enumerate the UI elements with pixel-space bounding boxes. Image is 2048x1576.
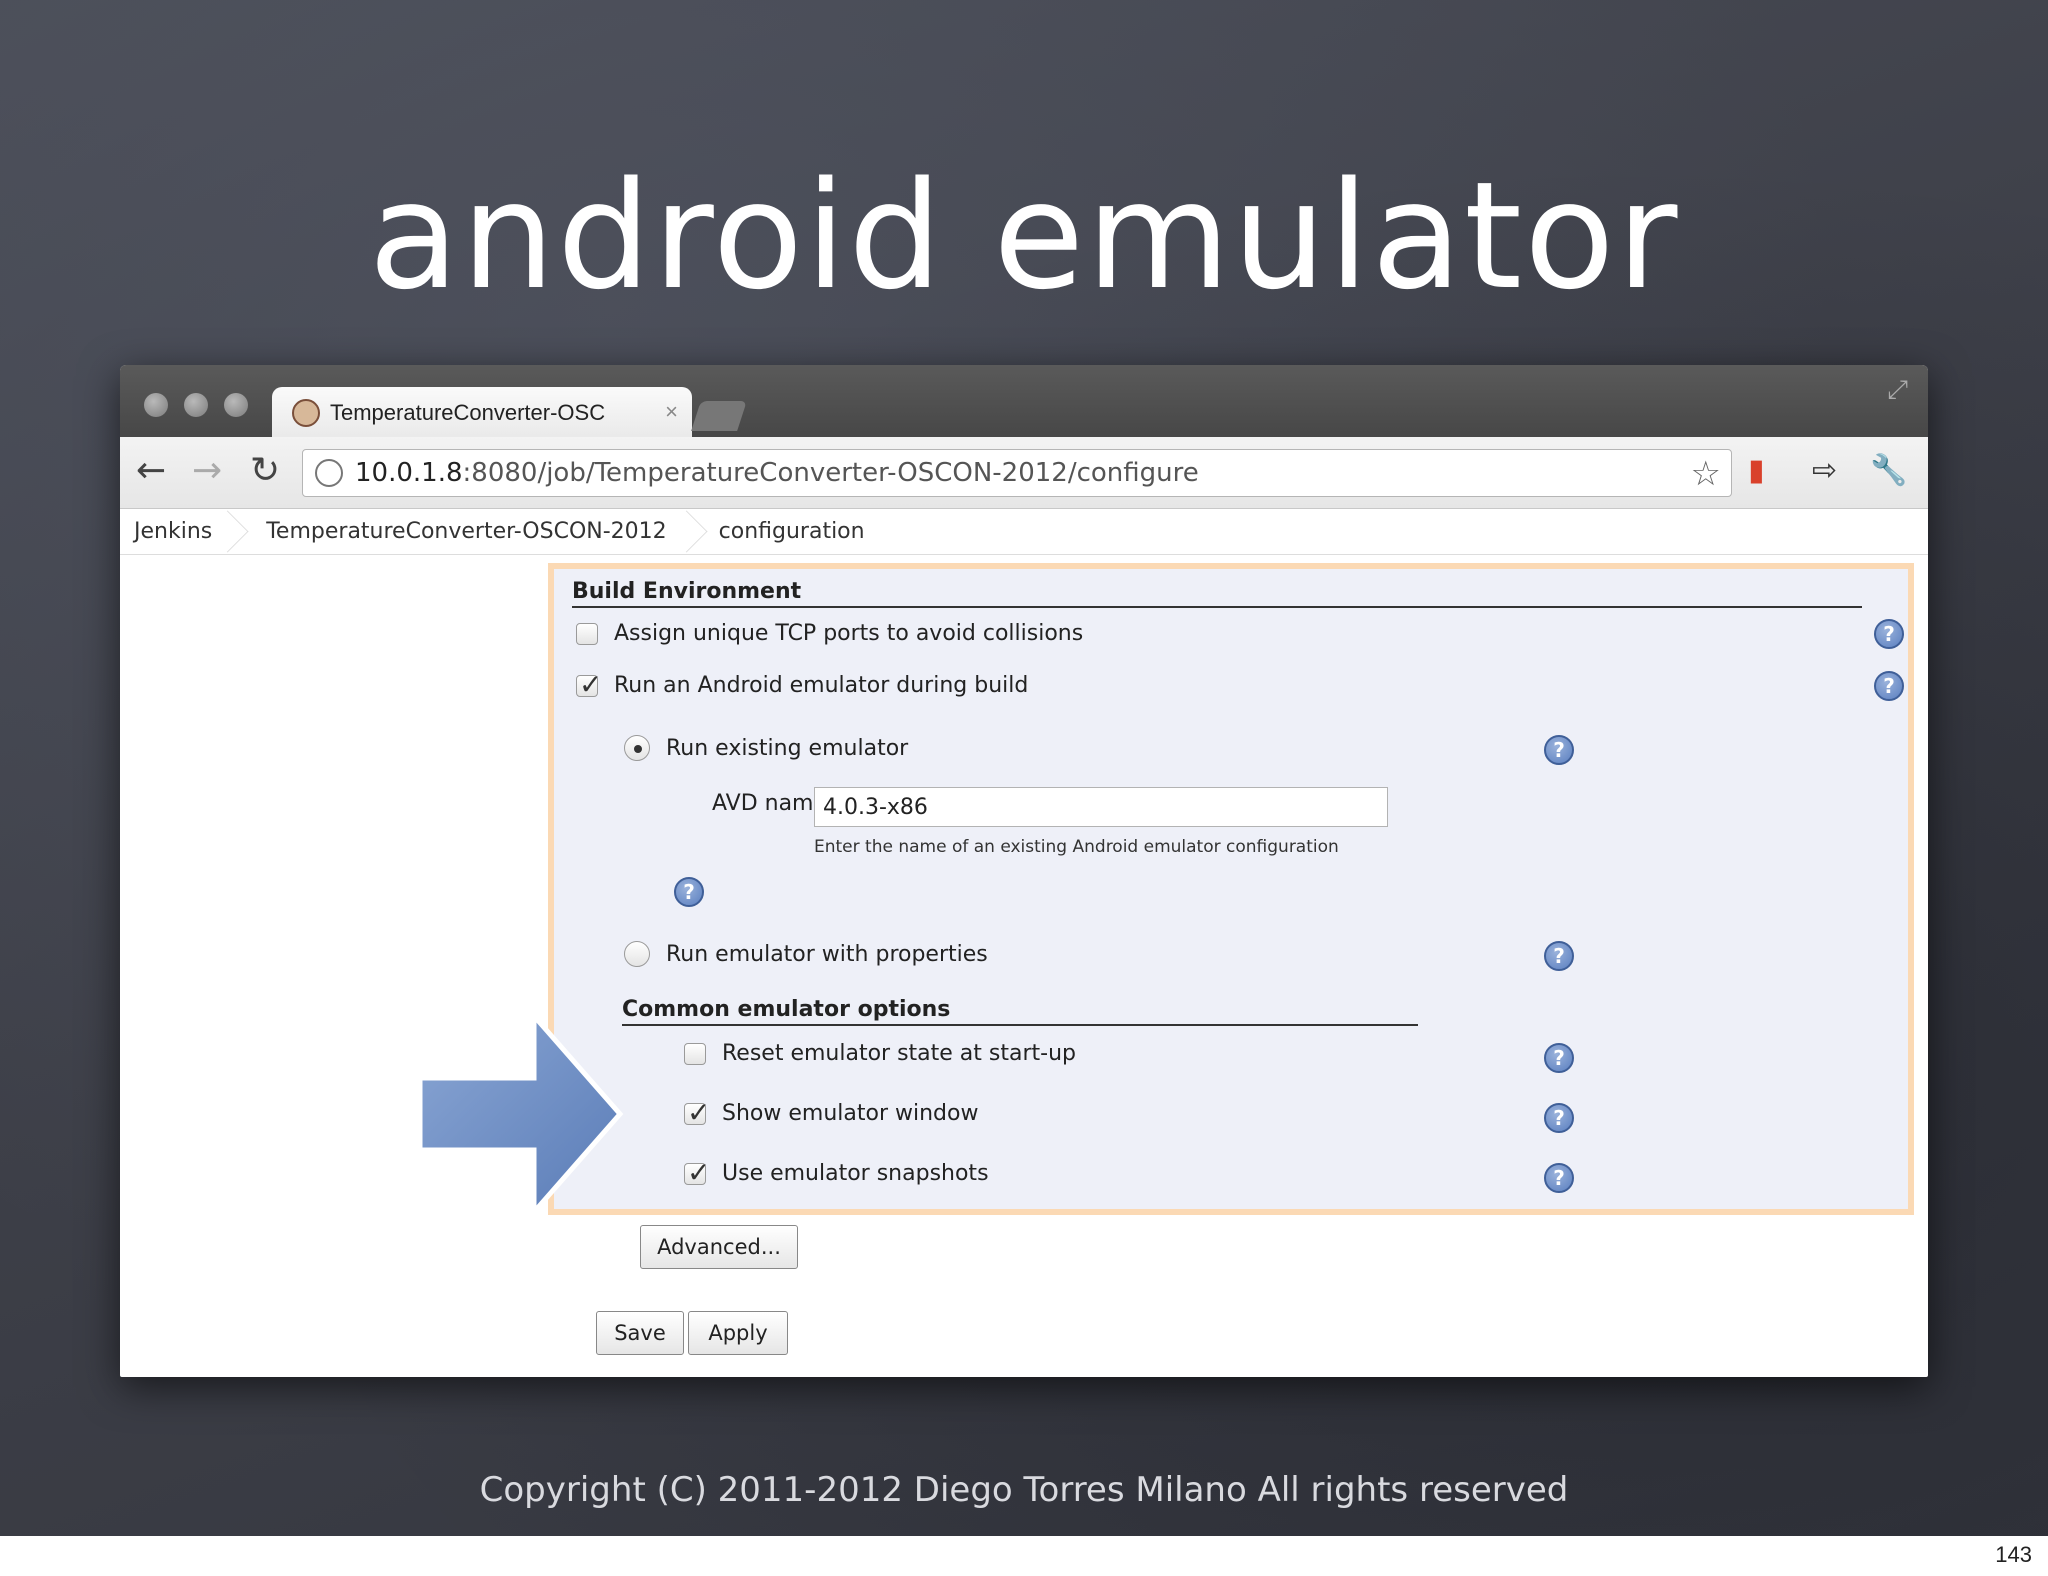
globe-icon: [315, 459, 343, 487]
url-path: :8080/job/TemperatureConverter-OSCON-201…: [462, 458, 1199, 488]
build-environment-panel: Build Environment Assign unique TCP port…: [548, 563, 1914, 1215]
jenkins-favicon-icon: [292, 399, 320, 427]
help-icon[interactable]: ?: [1544, 1103, 1574, 1133]
build-environment-heading: Build Environment: [572, 579, 1862, 608]
slide-title: android emulator: [368, 150, 1680, 322]
forward-arrow-icon[interactable]: →: [192, 451, 222, 491]
assign-tcp-checkbox[interactable]: [576, 622, 598, 645]
slide-footer: Copyright (C) 2011-2012 Diego Torres Mil…: [479, 1470, 1569, 1510]
tab-close-icon[interactable]: ×: [665, 399, 678, 425]
common-options-heading: Common emulator options: [622, 997, 1418, 1026]
help-icon[interactable]: ?: [1544, 941, 1574, 971]
page-number: 143: [1995, 1542, 2032, 1567]
avd-name-hint: Enter the name of an existing Android em…: [814, 837, 1339, 857]
reset-state-row[interactable]: Reset emulator state at start-up: [684, 1041, 1076, 1066]
fullscreen-icon[interactable]: ⤢: [1887, 375, 1908, 406]
tab-title: TemperatureConverter-OSC: [330, 400, 606, 425]
slide-background: android emulator TemperatureConverter-OS…: [0, 0, 2048, 1536]
save-button[interactable]: Save: [596, 1311, 684, 1355]
back-arrow-icon[interactable]: ←: [136, 451, 166, 491]
snapshots-label: Use emulator snapshots: [722, 1161, 989, 1186]
run-properties-row[interactable]: Run emulator with properties: [624, 941, 988, 967]
reset-state-label: Reset emulator state at start-up: [722, 1041, 1076, 1066]
advanced-button[interactable]: Advanced...: [640, 1225, 798, 1269]
run-properties-radio[interactable]: [624, 941, 650, 967]
run-existing-row[interactable]: Run existing emulator: [624, 735, 908, 761]
browser-window: TemperatureConverter-OSC × ⤢ ← → ↻ 10.0.…: [120, 365, 1928, 1377]
help-icon[interactable]: ?: [674, 877, 704, 907]
show-window-checkbox[interactable]: [684, 1096, 710, 1129]
run-existing-label: Run existing emulator: [666, 735, 909, 761]
snapshots-row[interactable]: Use emulator snapshots: [684, 1156, 989, 1189]
browser-tab[interactable]: TemperatureConverter-OSC ×: [272, 387, 692, 439]
send-to-phone-icon[interactable]: ⇨: [1812, 453, 1837, 488]
run-properties-label: Run emulator with properties: [666, 941, 988, 967]
show-window-row[interactable]: Show emulator window: [684, 1096, 979, 1129]
avd-name-label: AVD name: [712, 791, 828, 816]
assign-tcp-label: Assign unique TCP ports to avoid collisi…: [614, 621, 1084, 646]
breadcrumb-job[interactable]: TemperatureConverter-OSCON-2012: [236, 509, 694, 555]
browser-titlebar: TemperatureConverter-OSC × ⤢: [120, 365, 1928, 439]
breadcrumb: Jenkins TemperatureConverter-OSCON-2012 …: [120, 509, 1928, 555]
close-window-icon[interactable]: [144, 393, 168, 417]
apply-button[interactable]: Apply: [688, 1311, 788, 1355]
zoom-window-icon[interactable]: [224, 393, 248, 417]
run-emulator-row[interactable]: Run an Android emulator during build: [576, 668, 1029, 701]
reset-state-checkbox[interactable]: [684, 1042, 706, 1065]
url-host: 10.0.1.8: [355, 458, 463, 488]
snapshots-checkbox[interactable]: [684, 1156, 710, 1189]
browser-toolbar: ← → ↻ 10.0.1.8:8080/job/TemperatureConve…: [120, 437, 1928, 509]
reload-icon[interactable]: ↻: [250, 451, 280, 491]
help-icon[interactable]: ?: [1544, 1163, 1574, 1193]
breadcrumb-jenkins[interactable]: Jenkins: [120, 509, 236, 555]
wrench-icon[interactable]: 🔧: [1870, 453, 1907, 488]
help-icon[interactable]: ?: [1544, 1043, 1574, 1073]
extension-book-icon[interactable]: ▮: [1748, 453, 1765, 488]
show-window-label: Show emulator window: [722, 1101, 979, 1126]
new-tab-button[interactable]: [691, 401, 747, 431]
avd-name-input[interactable]: [814, 787, 1388, 827]
assign-tcp-row[interactable]: Assign unique TCP ports to avoid collisi…: [576, 621, 1083, 646]
minimize-window-icon[interactable]: [184, 393, 208, 417]
help-icon[interactable]: ?: [1874, 619, 1904, 649]
help-icon[interactable]: ?: [1544, 735, 1574, 765]
address-bar[interactable]: 10.0.1.8:8080/job/TemperatureConverter-O…: [302, 449, 1732, 497]
run-emulator-label: Run an Android emulator during build: [614, 673, 1029, 698]
pointer-arrow-icon: [417, 1010, 624, 1219]
bookmark-star-icon[interactable]: ☆: [1691, 454, 1721, 494]
run-existing-radio[interactable]: [624, 735, 650, 761]
help-icon[interactable]: ?: [1874, 671, 1904, 701]
breadcrumb-configuration[interactable]: configuration: [695, 509, 881, 555]
run-emulator-checkbox[interactable]: [576, 668, 602, 701]
